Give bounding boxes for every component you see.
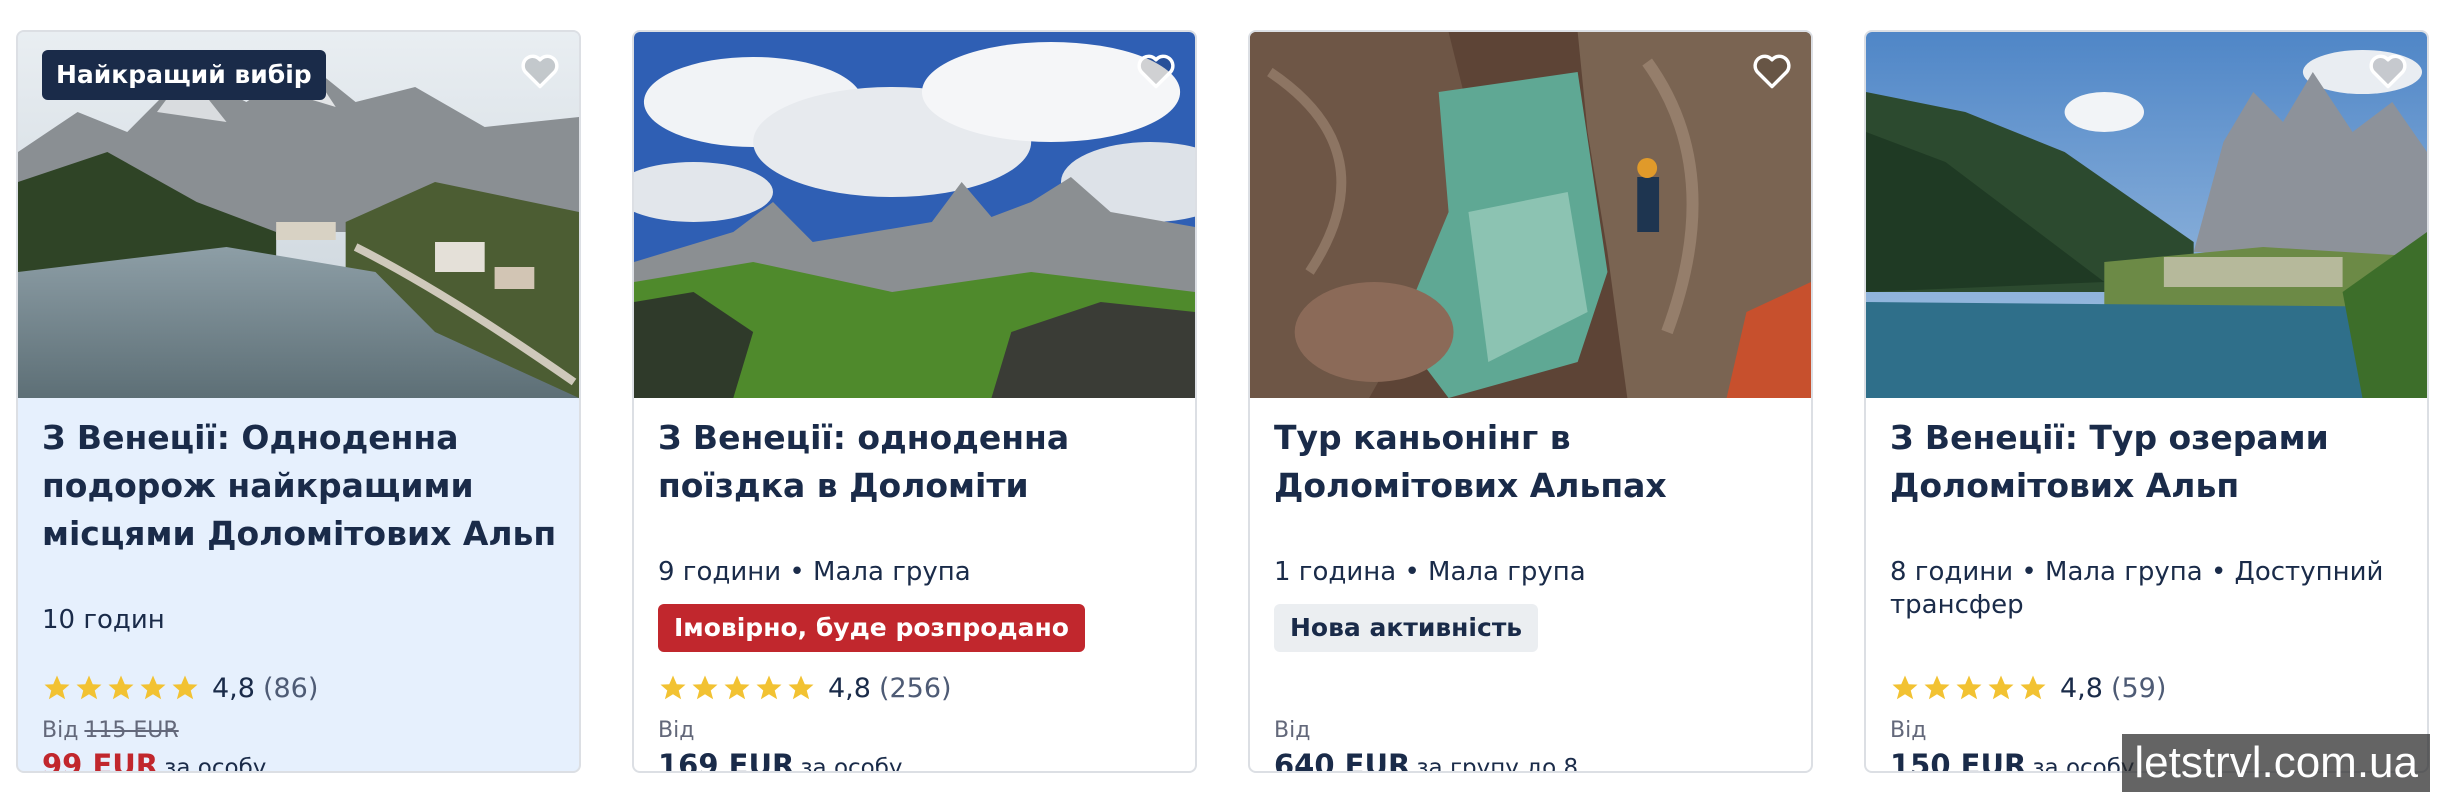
star-icon [1924,675,1950,700]
price-from: Від [1890,718,1926,743]
star-icon [108,675,134,700]
old-price: 115 EUR [84,718,179,743]
star-icon [140,675,166,700]
activity-photo-dolomites-peaks[interactable] [634,32,1195,398]
star-icon [756,675,782,700]
price-unit: за особу [164,755,267,773]
from-label: Від [1890,718,1927,743]
activity-photo-dolomites-lake[interactable] [1866,32,2427,398]
price-value: 150 EUR [1890,748,2027,773]
activity-duration: 10 годин [42,605,165,635]
rating: 4,8 (59) [1890,670,2166,706]
activity-photo-canyoning[interactable] [1250,32,1811,398]
price-unit: за особу [800,755,903,773]
from-label: Від [658,718,695,743]
activity-title[interactable]: З Венеції: Тур озерами Доломітових Альп [1890,414,2407,510]
heart-outline-icon[interactable] [1747,46,1797,96]
activity-duration: 1 година • Мала група [1274,557,1586,587]
rating-value: 4,8 [2060,672,2103,704]
star-icon [76,675,102,700]
price: 150 EUR за особу [1890,748,2135,773]
price: 640 EUR за групу до 8 [1274,748,1579,773]
price-from: Від [658,718,694,743]
heart-outline-icon[interactable] [515,46,565,96]
star-icon [1892,675,1918,700]
price-unit: за особу [2032,755,2135,773]
star-icon [788,675,814,700]
price-value: 99 EUR [42,748,159,773]
price-unit: за групу до 8 [1416,755,1579,773]
rating-stars [42,673,202,703]
price-value: 169 EUR [658,748,795,773]
rating: 4,8 (86) [42,670,318,706]
new-activity-tag: Нова активність [1274,604,1539,652]
activity-duration: 8 години • Мала група • Доступний трансф… [1890,557,2384,620]
rating: 4,8 (256) [658,670,952,706]
from-label: Від [1274,718,1311,743]
star-icon [172,675,198,700]
price: 99 EUR за особу [42,748,267,773]
rating-stars [658,673,818,703]
price-value: 640 EUR [1274,748,1411,773]
activity-title[interactable]: З Венеції: Одноденна подорож найкращими … [42,414,559,558]
star-icon [660,675,686,700]
heart-outline-icon[interactable] [2363,46,2413,96]
star-icon [1988,675,2014,700]
star-icon [2020,675,2046,700]
star-icon [44,675,70,700]
activity-card[interactable]: З Венеції: Тур озерами Доломітових Альп … [1864,30,2429,773]
activity-title[interactable]: З Венеції: одноденна поїздка в Доломіти [658,414,1175,510]
star-icon [724,675,750,700]
review-count: (256) [878,672,952,704]
rating-value: 4,8 [212,672,255,704]
rating-stars [1890,673,2050,703]
star-icon [1956,675,1982,700]
price: 169 EUR за особу [658,748,903,773]
activity-duration: 9 години • Мала група [658,557,971,587]
activity-card[interactable]: З Венеції: одноденна поїздка в Доломіти … [632,30,1197,773]
from-label: Від [42,718,79,743]
review-count: (86) [262,672,319,704]
price-from: Від 115 EUR [42,718,179,743]
rating-value: 4,8 [828,672,871,704]
review-count: (59) [2110,672,2167,704]
activity-title[interactable]: Тур каньонінг в Доломітових Альпах [1274,414,1791,510]
activity-card[interactable]: Тур каньонінг в Доломітових Альпах 1 год… [1248,30,1813,773]
best-choice-badge: Найкращий вибір [42,50,326,100]
likely-sell-out-tag: Імовірно, буде розпродано [658,604,1085,652]
site-watermark: letstrvl.com.ua [2122,734,2430,792]
activity-card[interactable]: Найкращий вибір З Венеції: Одноденна под… [16,30,581,773]
price-from: Від [1274,718,1310,743]
star-icon [692,675,718,700]
heart-outline-icon[interactable] [1131,46,1181,96]
